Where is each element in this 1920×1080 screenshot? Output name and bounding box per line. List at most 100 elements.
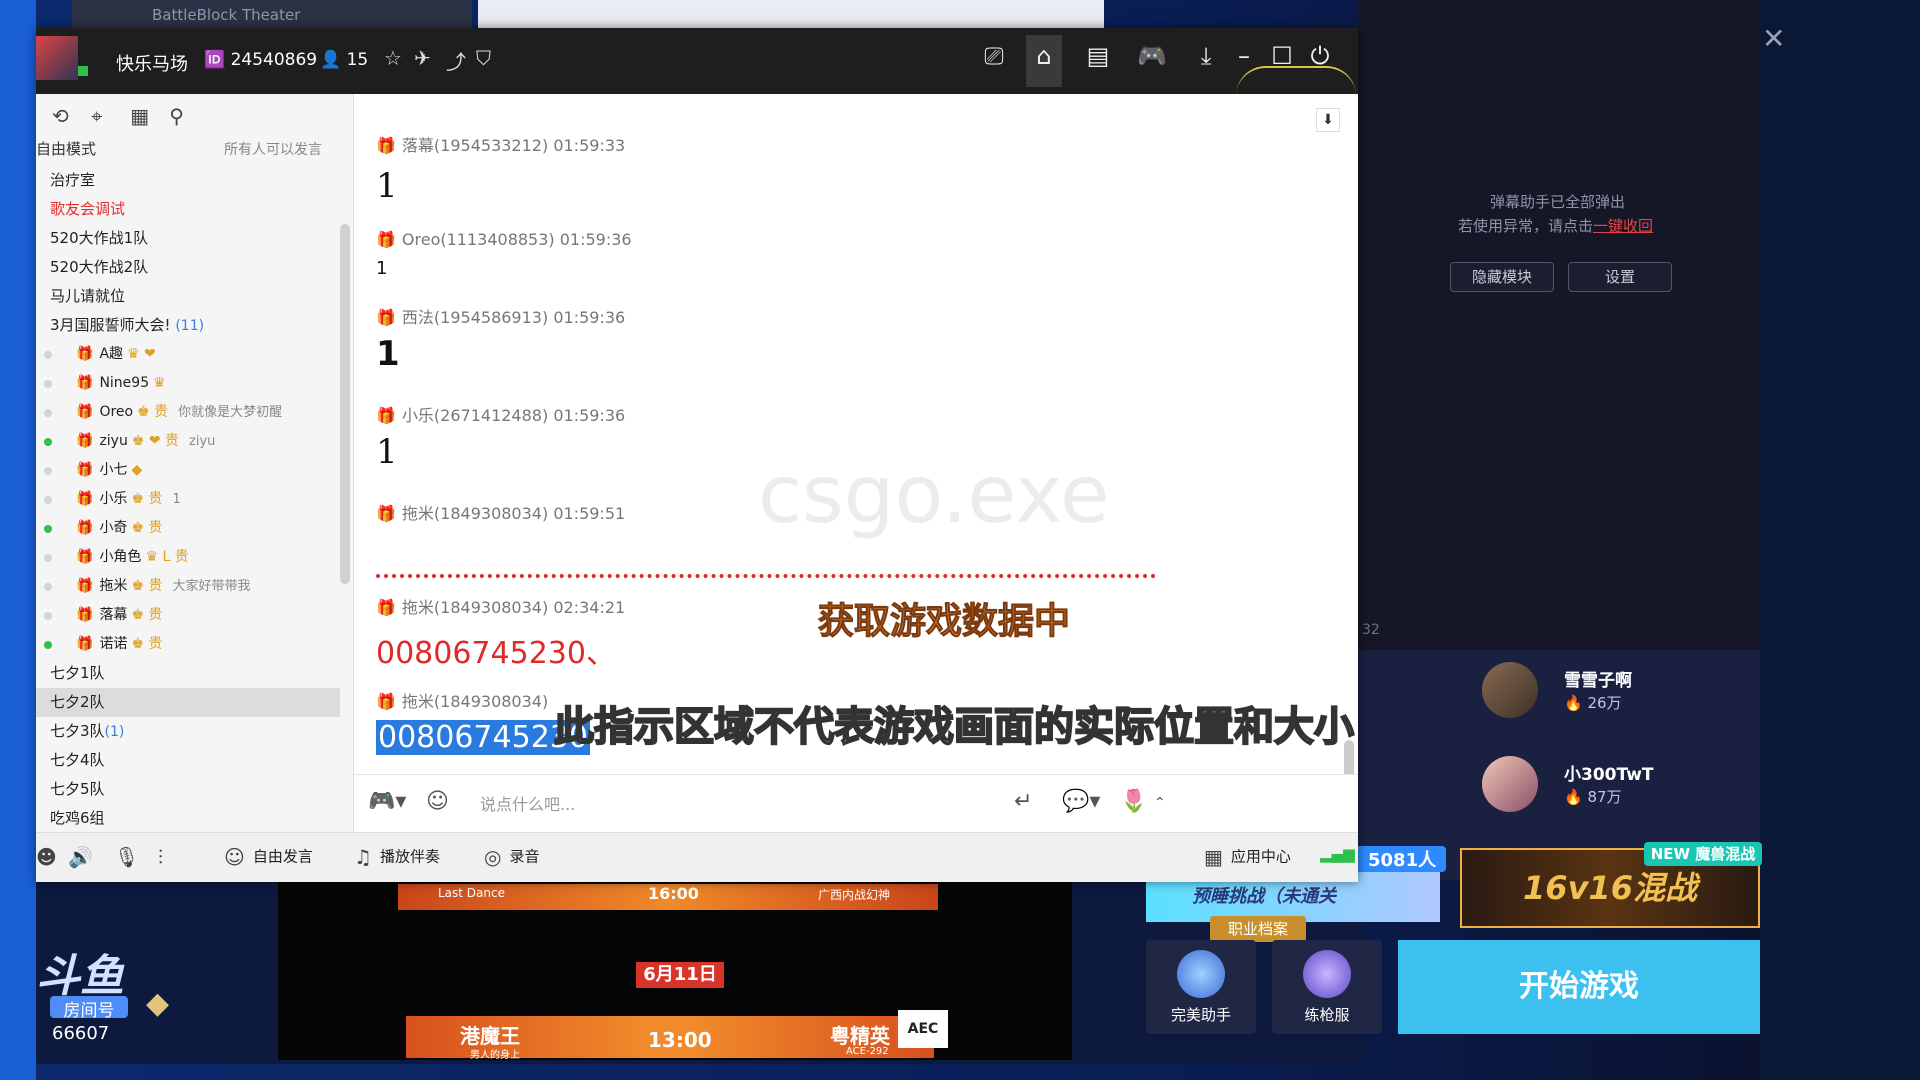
channel-item[interactable]: 吃鸡6组 [36, 804, 340, 833]
member-badges: ♛ L 贵 [145, 549, 189, 565]
message-time: 01:59:36 [553, 406, 626, 425]
member-item[interactable]: 🎁 小七 ◆ [36, 456, 340, 485]
equalizer-icon[interactable]: ⫶ [158, 845, 171, 869]
microphone-icon[interactable]: 🎙 [114, 845, 147, 869]
message-sender[interactable]: Oreo(1113408853) [402, 230, 555, 249]
member-item[interactable]: 🎁 Nine95 ♛ [36, 369, 340, 398]
channel-item[interactable]: 马儿请就位 [36, 282, 340, 311]
enter-icon[interactable]: ↵ [1014, 789, 1032, 814]
member-item[interactable]: 🎁 落幕 ♚ 贵 [36, 601, 340, 630]
channel-list: 治疗室 歌友会调试 520大作战1队 520大作战2队 马儿请就位 3月国服誓师… [36, 166, 340, 833]
play-music-button[interactable]: ♫ 播放伴奏 [354, 845, 440, 869]
status-dot [44, 409, 52, 417]
member-name: 落幕 [99, 607, 128, 623]
team-left-sub: 男人的身上 [470, 1050, 520, 1061]
notes-icon[interactable]: ▦ [130, 104, 164, 128]
hide-module-button[interactable]: 隐藏模块 [1450, 262, 1554, 292]
message-sender[interactable]: 西法(1954586913) [402, 308, 548, 327]
download-icon[interactable]: ⤓ [1188, 42, 1224, 70]
channel-group[interactable]: 3月国服誓师大会! (11) [36, 311, 340, 340]
member-name: ziyu [99, 433, 128, 449]
aec-logo: AEC [898, 1010, 948, 1048]
member-item[interactable]: 🎁 小乐 ♚ 贵 1 [36, 485, 340, 514]
member-name: A趣 [99, 346, 124, 362]
user-card[interactable]: 雪雪子啊 🔥 26万 [1482, 662, 1682, 742]
member-signature: ziyu [189, 434, 216, 449]
loading-game-data: 获取游戏数据中 [817, 601, 1071, 643]
member-item[interactable]: 🎁 ziyu ♚ ❤ 贵 ziyu [36, 427, 340, 456]
plane-icon[interactable]: ✈ [414, 46, 431, 70]
channel-item[interactable]: 七夕5队 [36, 775, 340, 804]
share-icon[interactable]: ⤴ [446, 46, 466, 75]
input-bar: 🎮▾ ☺ ↵ 💬▾ 🌷 ⌃ [354, 774, 1358, 832]
start-game-button[interactable]: 开始游戏 [1398, 940, 1760, 1034]
message-sender[interactable]: 拖米(1849308034) [402, 692, 548, 711]
list-icon[interactable]: ▤ [1080, 42, 1116, 70]
game-watermark: csgo.exe [758, 448, 1110, 541]
app-center-button[interactable]: ▦ 应用中心 [1204, 845, 1291, 869]
recall-link[interactable]: 一键收回 [1593, 217, 1653, 235]
close-icon[interactable]: ✕ [1762, 22, 1785, 55]
search-icon[interactable]: ⚲ [169, 104, 203, 128]
chat-scrollbar[interactable] [1344, 740, 1354, 774]
gift-icon: 🎁 [376, 230, 396, 249]
member-item[interactable]: 🎁 小奇 ♚ 贵 [36, 514, 340, 543]
channel-item[interactable]: 治疗室 [36, 166, 340, 195]
message-time: 01:59:33 [553, 136, 626, 155]
channel-item[interactable]: 七夕1队 [36, 659, 340, 688]
channel-item[interactable]: 520大作战1队 [36, 224, 340, 253]
message-sender[interactable]: 拖米(1849308034) [402, 598, 548, 617]
video-icon[interactable]: ⎚ [976, 42, 1012, 70]
speaker-icon[interactable]: 🔊 [68, 845, 101, 869]
chat-bubble-icon[interactable]: 💬▾ [1062, 789, 1100, 814]
home-icon[interactable]: ⌂ [1026, 35, 1062, 87]
tool-practice-server[interactable]: 练枪服 [1272, 940, 1382, 1034]
channel-item-selected[interactable]: 七夕2队 [36, 688, 340, 717]
shield-icon[interactable]: ⛉ [476, 46, 491, 70]
message-header: 🎁 Oreo(1113408853) 01:59:36 [376, 230, 632, 249]
career-tag[interactable]: 职业档案 [1210, 916, 1306, 942]
emoji-search-icon[interactable]: ☺ [426, 789, 449, 814]
message-sender[interactable]: 拖米(1849308034) [402, 504, 548, 523]
user-fans-count: 26万 [1587, 694, 1622, 712]
flower-icon[interactable]: 🌷 [1120, 789, 1147, 814]
yy-window: 快乐马场 🆔 24540869 👤 15 ☆ ✈ ⤴ ⛉ ⎚ ⌂ ▤ 🎮 ⤓ –… [36, 28, 1358, 882]
gift-icon: 🎁 [76, 433, 94, 449]
channel-item[interactable]: 七夕3队(1) [36, 717, 340, 746]
tool-wanmei-helper[interactable]: 完美助手 [1146, 940, 1256, 1034]
member-item[interactable]: 🎁 Oreo ♚ 贵你就像是大梦初醒 [36, 398, 340, 427]
record-button[interactable]: ◎ 录音 [484, 845, 539, 869]
location-icon[interactable]: ⌖ [91, 104, 125, 128]
settings-button[interactable]: 设置 [1568, 262, 1672, 292]
channel-avatar[interactable] [36, 36, 78, 80]
user-card[interactable]: 小300TwT 🔥 87万 [1482, 756, 1682, 836]
free-speak-button[interactable]: ☺ 自由发言 [224, 845, 313, 869]
member-name: Oreo [99, 404, 134, 420]
gamepad-icon[interactable]: 🎮▾ [368, 789, 406, 814]
diamond-icon: ◆ [146, 986, 170, 1021]
member-item[interactable]: 🎁 拖米 ♚ 贵大家好带带我 [36, 572, 340, 601]
channel-item[interactable]: 520大作战2队 [36, 253, 340, 282]
minimize-icon[interactable]: – [1226, 42, 1262, 70]
channel-item[interactable]: 七夕4队 [36, 746, 340, 775]
gamepad-icon[interactable]: 🎮 [1134, 42, 1170, 70]
decorative-curve [1236, 66, 1356, 96]
message-sender[interactable]: 落幕(1954533212) [402, 136, 548, 155]
chat-input[interactable] [480, 791, 1000, 817]
message-header: 🎁 拖米(1849308034) 02:34:21 [376, 594, 625, 618]
id-icon: 🆔 [204, 50, 231, 70]
member-item[interactable]: 🎁 A趣 ♛ ❤ [36, 340, 340, 369]
channel-scrollbar[interactable] [340, 224, 350, 584]
chevron-up-icon[interactable]: ⌃ [1154, 795, 1166, 811]
member-item[interactable]: 🎁 小角色 ♛ L 贵 [36, 543, 340, 572]
star-icon[interactable]: ☆ [384, 46, 402, 70]
member-signature: 1 [172, 492, 181, 507]
channel-item[interactable]: 歌友会调试 [36, 195, 340, 224]
refresh-icon[interactable]: ⟲ [52, 104, 86, 128]
member-name: 小角色 [99, 549, 142, 565]
scroll-down-button[interactable]: ⬇ [1316, 108, 1340, 132]
member-badges: ♛ ❤ [127, 346, 156, 362]
game-overlay-notice: 此指示区域不代表游戏画面的实际位置和大小 [553, 703, 1355, 751]
message-sender[interactable]: 小乐(2671412488) [402, 406, 548, 425]
member-item[interactable]: 🎁 诺诺 ♚ 贵 [36, 630, 340, 659]
